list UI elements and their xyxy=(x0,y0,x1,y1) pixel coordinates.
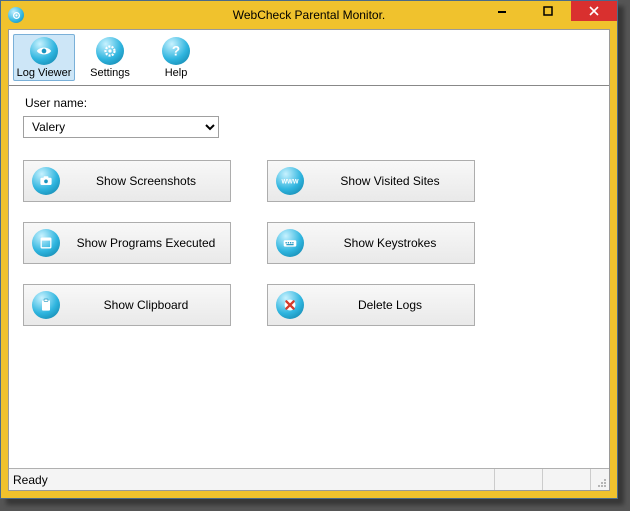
show-visited-sites-button[interactable]: WWW Show Visited Sites xyxy=(267,160,475,202)
show-clipboard-button[interactable]: Show Clipboard xyxy=(23,284,231,326)
main-panel: User name: Valery Show Screenshots WWW S… xyxy=(9,86,609,468)
show-keystrokes-button[interactable]: Show Keystrokes xyxy=(267,222,475,264)
help-tab[interactable]: ? Help xyxy=(145,34,207,81)
eye-icon xyxy=(30,37,58,65)
app-window: WebCheck Parental Monitor. Log Viewer xyxy=(0,0,618,499)
minimize-icon xyxy=(497,6,507,16)
delete-icon xyxy=(276,291,304,319)
settings-label: Settings xyxy=(90,67,130,79)
client-area: Log Viewer Settings ? Help User name: Va… xyxy=(8,29,610,491)
maximize-button[interactable] xyxy=(525,1,571,21)
delete-logs-button[interactable]: Delete Logs xyxy=(267,284,475,326)
svg-text:?: ? xyxy=(172,43,180,58)
toolbar: Log Viewer Settings ? Help xyxy=(9,30,609,86)
close-button[interactable] xyxy=(571,1,617,21)
maximize-icon xyxy=(543,6,553,16)
svg-text:WWW: WWW xyxy=(282,180,299,186)
user-name-label: User name: xyxy=(25,96,595,110)
show-screenshots-button[interactable]: Show Screenshots xyxy=(23,160,231,202)
show-programs-executed-button[interactable]: Show Programs Executed xyxy=(23,222,231,264)
resize-grip[interactable] xyxy=(591,469,609,490)
show-clipboard-label: Show Clipboard xyxy=(70,298,222,312)
show-visited-sites-label: Show Visited Sites xyxy=(314,174,466,188)
show-screenshots-label: Show Screenshots xyxy=(70,174,222,188)
show-programs-executed-label: Show Programs Executed xyxy=(70,236,222,250)
status-cell-1 xyxy=(495,469,543,490)
log-viewer-tab[interactable]: Log Viewer xyxy=(13,34,75,81)
delete-logs-label: Delete Logs xyxy=(314,298,466,312)
keyboard-icon xyxy=(276,229,304,257)
status-cell-2 xyxy=(543,469,591,490)
clipboard-icon xyxy=(32,291,60,319)
help-icon: ? xyxy=(162,37,190,65)
window-icon xyxy=(32,229,60,257)
user-select[interactable]: Valery xyxy=(23,116,219,138)
actions-grid: Show Screenshots WWW Show Visited Sites … xyxy=(23,160,595,326)
gear-icon xyxy=(96,37,124,65)
minimize-button[interactable] xyxy=(479,1,525,21)
www-icon: WWW xyxy=(276,167,304,195)
titlebar[interactable]: WebCheck Parental Monitor. xyxy=(1,1,617,29)
app-icon xyxy=(8,7,24,23)
statusbar: Ready xyxy=(9,468,609,490)
show-keystrokes-label: Show Keystrokes xyxy=(314,236,466,250)
window-controls xyxy=(479,1,617,21)
status-text: Ready xyxy=(9,469,495,490)
log-viewer-label: Log Viewer xyxy=(17,67,72,79)
camera-icon xyxy=(32,167,60,195)
help-label: Help xyxy=(165,67,188,79)
settings-tab[interactable]: Settings xyxy=(79,34,141,81)
close-icon xyxy=(589,6,599,16)
grip-icon xyxy=(595,476,607,488)
